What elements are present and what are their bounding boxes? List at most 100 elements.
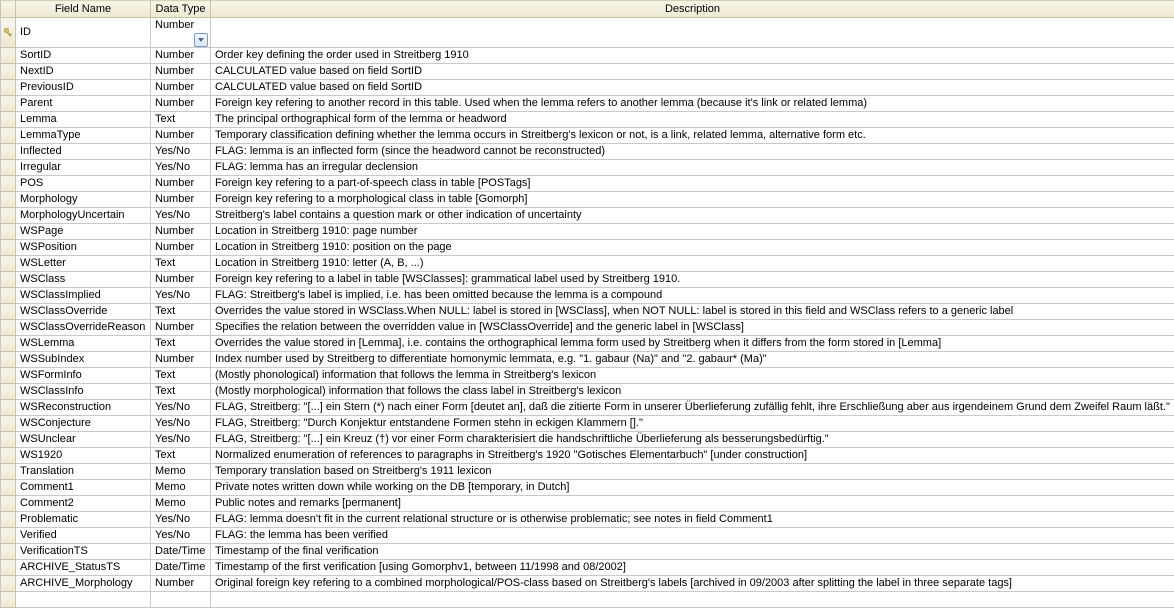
data-type-cell[interactable]: Text	[151, 448, 211, 464]
table-row[interactable]: WSLemmaTextOverrides the value stored in…	[1, 336, 1174, 352]
description-cell[interactable]: Foreign key refering to a morphological …	[211, 192, 1174, 208]
table-row[interactable]: WSUnclearYes/NoFLAG, Streitberg: "[...] …	[1, 432, 1174, 448]
description-cell[interactable]: Original foreign key refering to a combi…	[211, 576, 1174, 592]
description-cell[interactable]: FLAG, Streitberg: "[...] ein Stern (*) n…	[211, 400, 1174, 416]
data-type-cell[interactable]: Number	[151, 64, 211, 80]
description-cell[interactable]: FLAG: lemma has an irregular declension	[211, 160, 1174, 176]
field-name-cell[interactable]: WS1920	[16, 448, 151, 464]
data-type-cell[interactable]: Number	[151, 352, 211, 368]
description-cell[interactable]: Index number used by Streitberg to diffe…	[211, 352, 1174, 368]
table-row[interactable]: NextIDNumberCALCULATED value based on fi…	[1, 64, 1174, 80]
table-row[interactable]: IrregularYes/NoFLAG: lemma has an irregu…	[1, 160, 1174, 176]
data-type-cell[interactable]: Number	[151, 80, 211, 96]
row-selector[interactable]	[1, 160, 16, 176]
row-selector[interactable]	[1, 592, 16, 608]
row-selector[interactable]	[1, 64, 16, 80]
data-type-cell[interactable]: Yes/No	[151, 432, 211, 448]
description-cell[interactable]: Foreign key refering to another record i…	[211, 96, 1174, 112]
description-cell[interactable]: Location in Streitberg 1910: letter (A, …	[211, 256, 1174, 272]
description-cell[interactable]: Overrides the value stored in WSClass.Wh…	[211, 304, 1174, 320]
description-cell[interactable]: CALCULATED value based on field SortID	[211, 80, 1174, 96]
field-name-cell[interactable]: ARCHIVE_StatusTS	[16, 560, 151, 576]
data-type-cell[interactable]: Number	[151, 240, 211, 256]
field-name-cell[interactable]: Morphology	[16, 192, 151, 208]
field-name-cell[interactable]: WSConjecture	[16, 416, 151, 432]
row-selector[interactable]	[1, 384, 16, 400]
row-selector[interactable]	[1, 240, 16, 256]
field-name-cell[interactable]: LemmaType	[16, 128, 151, 144]
table-row[interactable]: InflectedYes/NoFLAG: lemma is an inflect…	[1, 144, 1174, 160]
row-selector[interactable]	[1, 304, 16, 320]
header-field-name[interactable]: Field Name	[16, 1, 151, 18]
description-cell[interactable]	[211, 592, 1174, 608]
table-row[interactable]: WSClassInfoText(Mostly morphological) in…	[1, 384, 1174, 400]
description-cell[interactable]: Public notes and remarks [permanent]	[211, 496, 1174, 512]
field-name-cell[interactable]: WSLemma	[16, 336, 151, 352]
row-selector[interactable]	[1, 544, 16, 560]
table-row[interactable]: PreviousIDNumberCALCULATED value based o…	[1, 80, 1174, 96]
table-row[interactable]: WSSubIndexNumberIndex number used by Str…	[1, 352, 1174, 368]
description-cell[interactable]: Location in Streitberg 1910: page number	[211, 224, 1174, 240]
row-selector[interactable]	[1, 80, 16, 96]
field-name-cell[interactable]: WSClass	[16, 272, 151, 288]
row-selector[interactable]	[1, 288, 16, 304]
table-row[interactable]: POSNumberForeign key refering to a part-…	[1, 176, 1174, 192]
table-row[interactable]: ARCHIVE_MorphologyNumberOriginal foreign…	[1, 576, 1174, 592]
field-name-cell[interactable]: Lemma	[16, 112, 151, 128]
data-type-cell[interactable]: Yes/No	[151, 288, 211, 304]
field-name-cell[interactable]	[16, 592, 151, 608]
table-design-grid[interactable]: Field Name Data Type Description IDNumbe…	[0, 0, 1174, 608]
description-cell[interactable]: Overrides the value stored in [Lemma], i…	[211, 336, 1174, 352]
table-row[interactable]: WSClassOverrideReasonNumberSpecifies the…	[1, 320, 1174, 336]
row-selector[interactable]	[1, 18, 16, 48]
field-name-cell[interactable]: ID	[16, 18, 151, 48]
data-type-cell[interactable]: Yes/No	[151, 512, 211, 528]
row-selector[interactable]	[1, 96, 16, 112]
table-row[interactable]: ARCHIVE_StatusTSDate/TimeTimestamp of th…	[1, 560, 1174, 576]
row-selector[interactable]	[1, 480, 16, 496]
data-type-cell[interactable]: Memo	[151, 496, 211, 512]
table-row[interactable]	[1, 592, 1174, 608]
row-selector[interactable]	[1, 192, 16, 208]
description-cell[interactable]: Foreign key refering to a label in table…	[211, 272, 1174, 288]
field-name-cell[interactable]: WSPage	[16, 224, 151, 240]
data-type-cell[interactable]: Text	[151, 368, 211, 384]
data-type-cell[interactable]: Date/Time	[151, 544, 211, 560]
data-type-cell[interactable]: Text	[151, 384, 211, 400]
data-type-cell[interactable]: Memo	[151, 464, 211, 480]
description-cell[interactable]: Specifies the relation between the overr…	[211, 320, 1174, 336]
table-row[interactable]: ProblematicYes/NoFLAG: lemma doesn't fit…	[1, 512, 1174, 528]
field-name-cell[interactable]: ARCHIVE_Morphology	[16, 576, 151, 592]
description-cell[interactable]: Temporary translation based on Streitber…	[211, 464, 1174, 480]
data-type-cell[interactable]: Text	[151, 112, 211, 128]
field-name-cell[interactable]: NextID	[16, 64, 151, 80]
description-cell[interactable]: Private notes written down while working…	[211, 480, 1174, 496]
row-selector[interactable]	[1, 368, 16, 384]
data-type-cell[interactable]: Yes/No	[151, 400, 211, 416]
table-row[interactable]: Comment1MemoPrivate notes written down w…	[1, 480, 1174, 496]
data-type-cell[interactable]: Yes/No	[151, 160, 211, 176]
table-row[interactable]: LemmaTypeNumberTemporary classification …	[1, 128, 1174, 144]
row-selector[interactable]	[1, 400, 16, 416]
table-row[interactable]: WSFormInfoText(Mostly phonological) info…	[1, 368, 1174, 384]
table-row[interactable]: IDNumber	[1, 18, 1174, 48]
data-type-cell[interactable]: Yes/No	[151, 528, 211, 544]
table-row[interactable]: WS1920TextNormalized enumeration of refe…	[1, 448, 1174, 464]
row-selector[interactable]	[1, 448, 16, 464]
description-cell[interactable]: Foreign key refering to a part-of-speech…	[211, 176, 1174, 192]
field-name-cell[interactable]: VerificationTS	[16, 544, 151, 560]
row-selector[interactable]	[1, 560, 16, 576]
description-cell[interactable]: FLAG: lemma is an inflected form (since …	[211, 144, 1174, 160]
data-type-cell[interactable]: Number	[151, 48, 211, 64]
description-cell[interactable]: (Mostly morphological) information that …	[211, 384, 1174, 400]
row-selector[interactable]	[1, 272, 16, 288]
field-name-cell[interactable]: Problematic	[16, 512, 151, 528]
description-cell[interactable]	[211, 18, 1174, 48]
data-type-cell[interactable]: Number	[151, 96, 211, 112]
field-name-cell[interactable]: WSClassOverride	[16, 304, 151, 320]
field-name-cell[interactable]: WSPosition	[16, 240, 151, 256]
field-name-cell[interactable]: WSClassInfo	[16, 384, 151, 400]
description-cell[interactable]: Normalized enumeration of references to …	[211, 448, 1174, 464]
field-name-cell[interactable]: POS	[16, 176, 151, 192]
table-row[interactable]: WSClassNumberForeign key refering to a l…	[1, 272, 1174, 288]
